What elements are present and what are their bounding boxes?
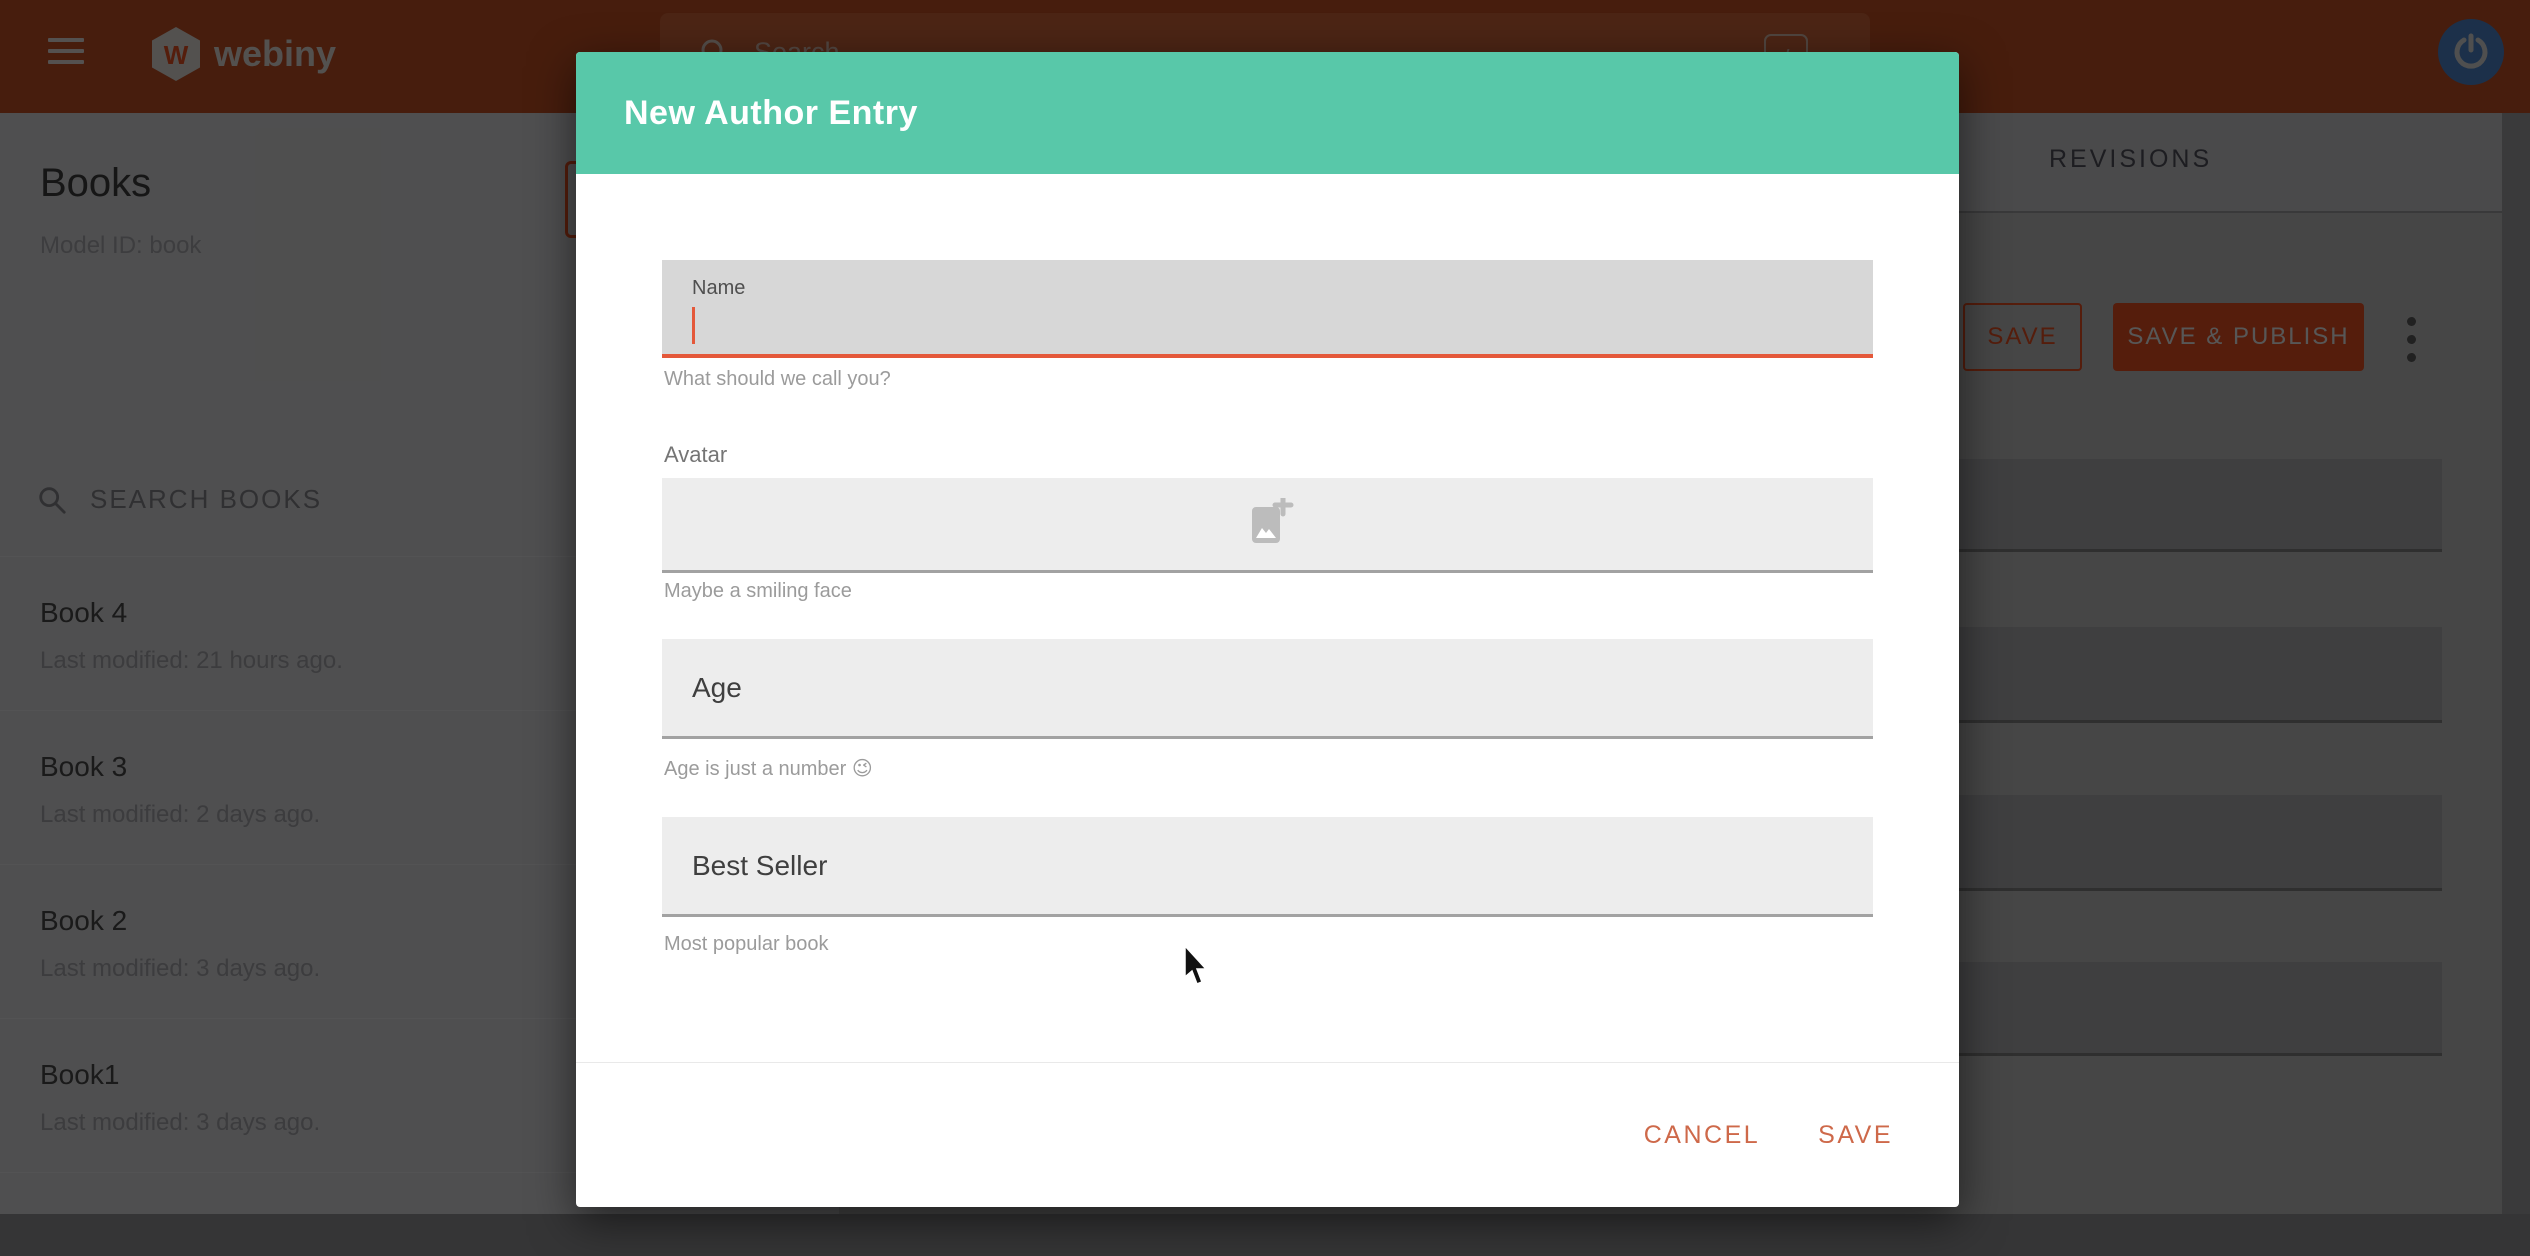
name-helper-text: What should we call you? [664, 368, 891, 391]
age-helper-text: Age is just a number 😉 [664, 756, 873, 781]
best-seller-helper-text: Most popular book [664, 933, 829, 956]
age-field[interactable]: Age [662, 639, 1873, 739]
dialog-header: New Author Entry [576, 52, 1959, 174]
dialog-title: New Author Entry [624, 94, 918, 133]
avatar-upload-dropzone[interactable] [662, 478, 1873, 573]
cancel-button[interactable]: CANCEL [1644, 1121, 1760, 1150]
app-stage: W webiny / Books Model ID: book [0, 0, 2530, 1256]
save-button[interactable]: SAVE [1818, 1121, 1893, 1150]
dialog-footer: CANCEL SAVE [576, 1062, 1959, 1207]
name-field-label: Name [692, 277, 745, 300]
add-image-icon [1242, 498, 1294, 550]
avatar-helper-text: Maybe a smiling face [664, 580, 852, 603]
name-field[interactable]: Name [662, 260, 1873, 358]
new-author-entry-dialog: New Author Entry Name What should we cal… [576, 52, 1959, 1207]
age-field-label: Age [692, 672, 742, 704]
best-seller-field[interactable]: Best Seller [662, 817, 1873, 917]
avatar-field-label: Avatar [664, 442, 727, 468]
best-seller-field-label: Best Seller [692, 850, 827, 882]
text-caret [692, 307, 695, 344]
